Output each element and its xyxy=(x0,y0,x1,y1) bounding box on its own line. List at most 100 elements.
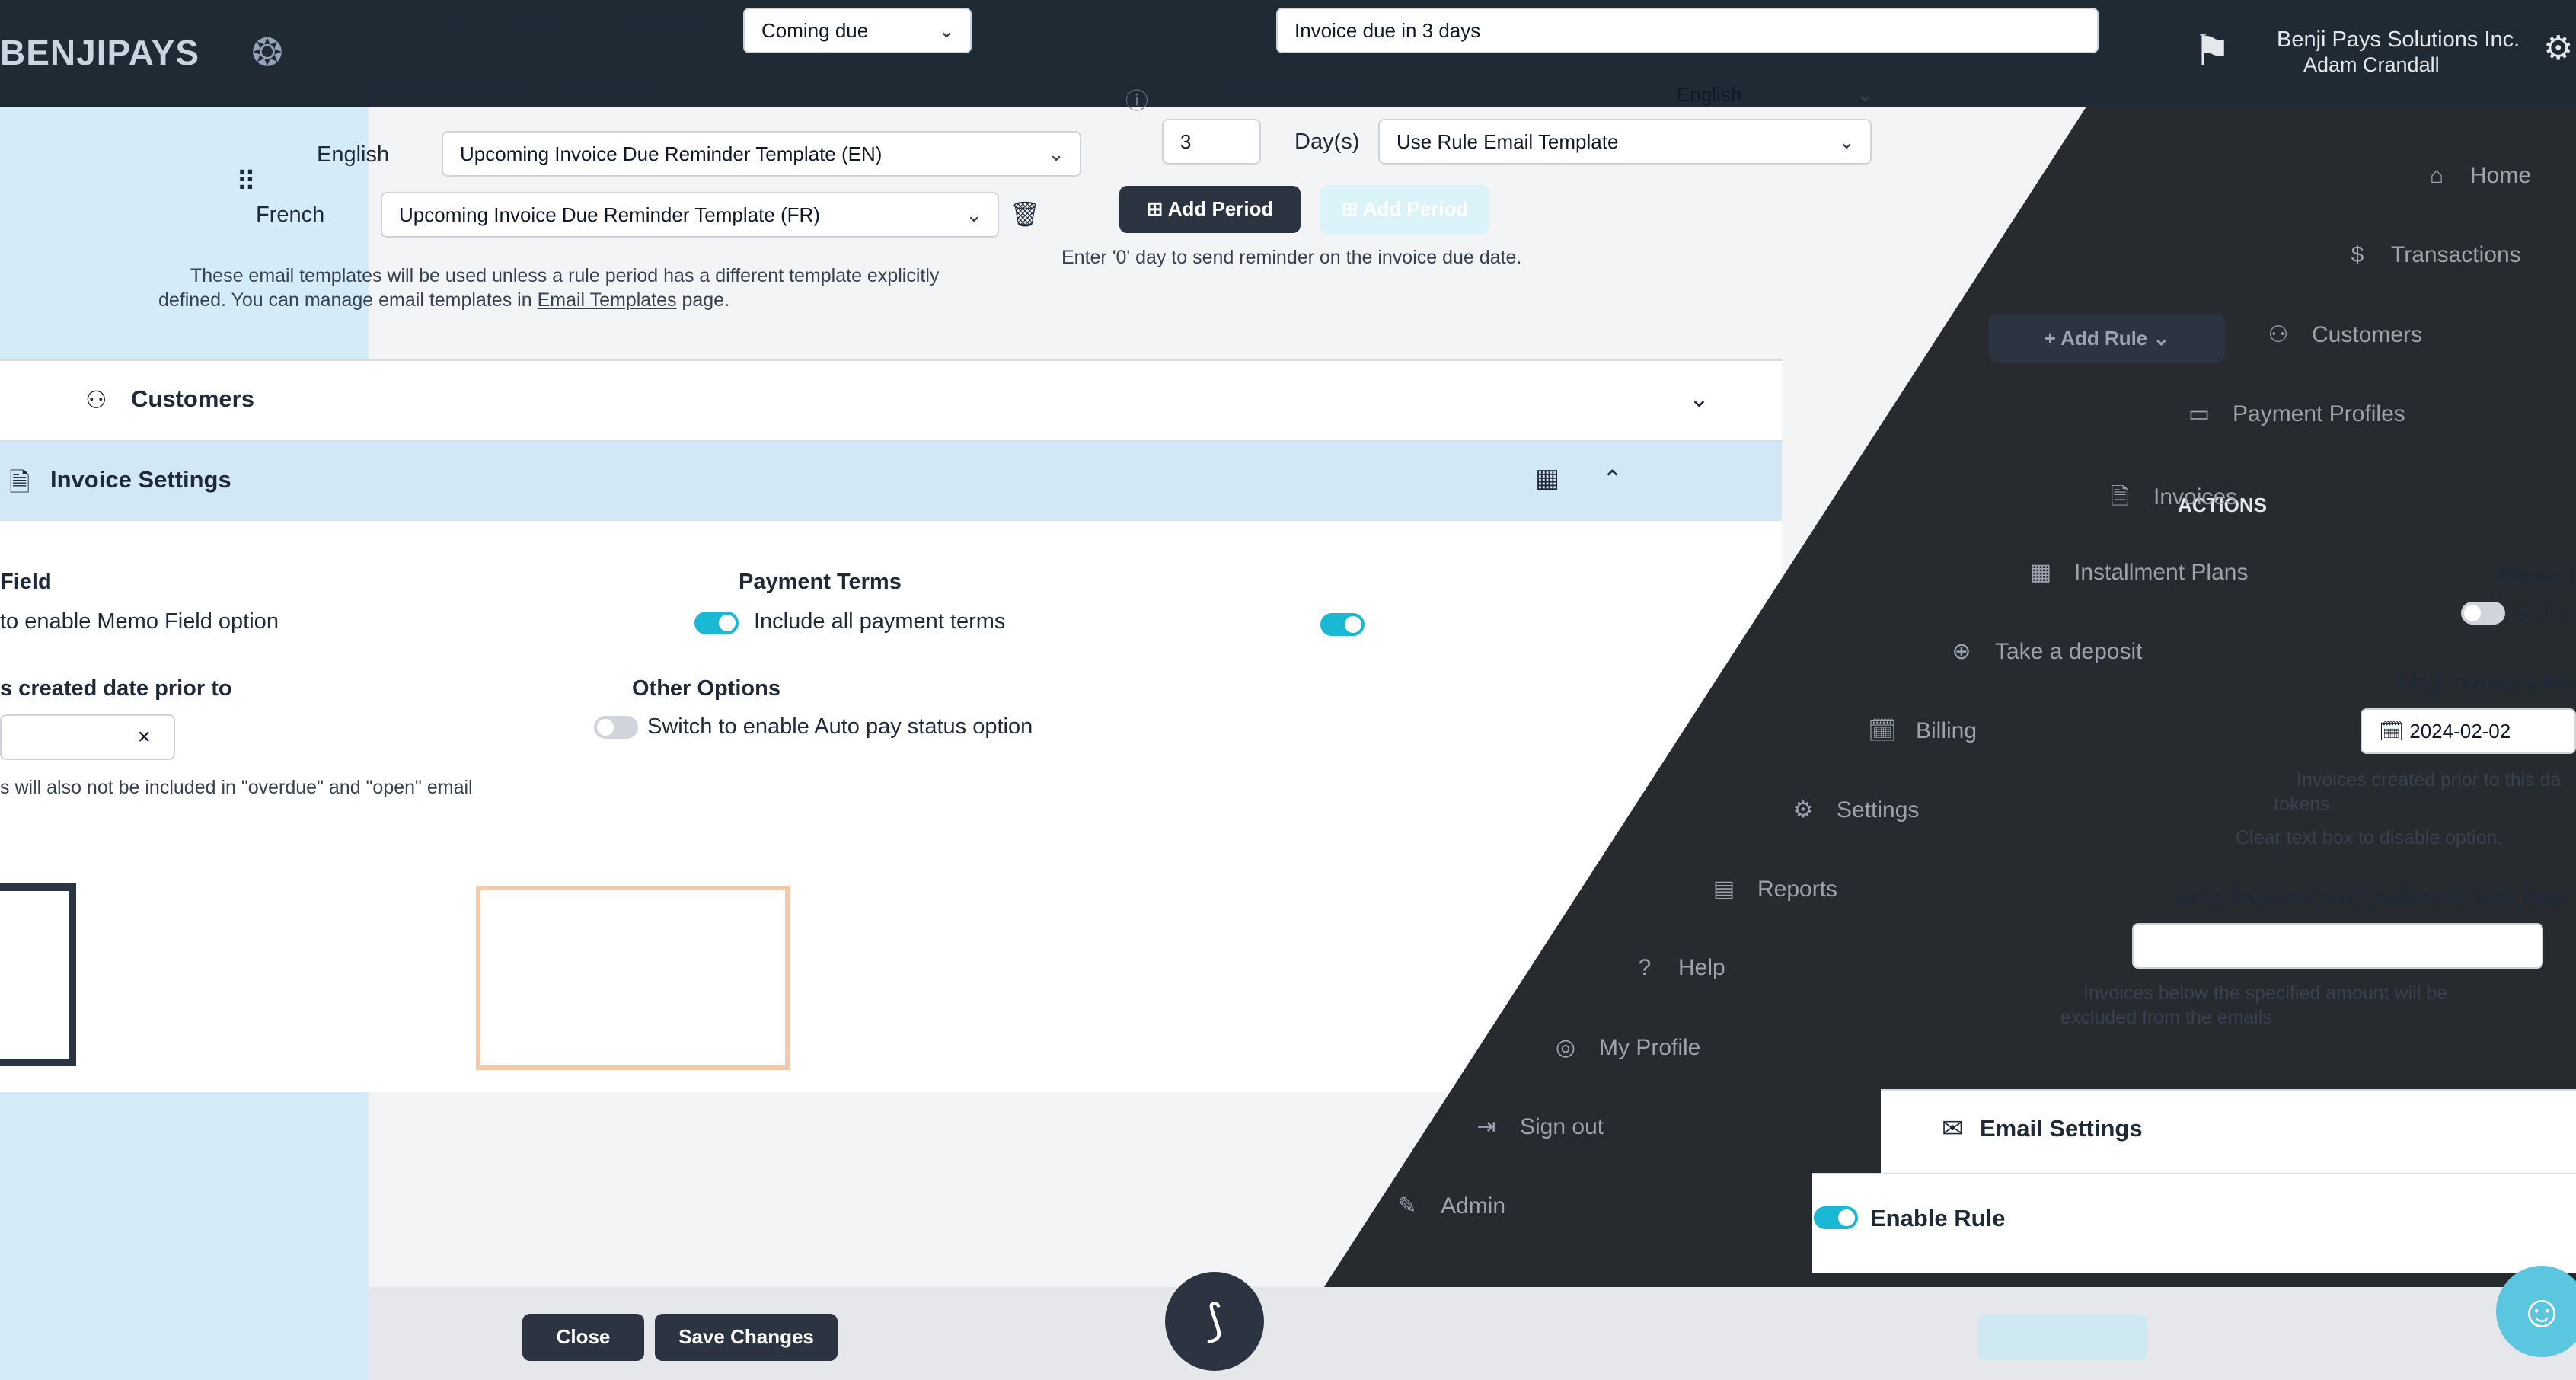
skip-created-date-input[interactable]: 🗓 2024-02-02 xyxy=(2361,708,2576,754)
menu-item-customers[interactable]: ⚇ Customers xyxy=(2263,321,2423,348)
menu-item-label: Admin xyxy=(1441,1193,1506,1219)
menu-item-label: Transactions xyxy=(2391,242,2521,267)
menu-item-billing[interactable]: 🗓 Billing xyxy=(1867,717,1977,744)
payment-terms-title: Payment Terms xyxy=(739,570,902,594)
templates-hint: These email templates will be used unles… xyxy=(158,265,940,311)
menu-item-label: Payment Profiles xyxy=(2233,401,2405,426)
add-period-button[interactable]: ⊞ Add Period xyxy=(1119,186,1301,233)
skip-balance-input[interactable] xyxy=(2132,923,2543,969)
user-name: Adam Crandall xyxy=(2303,53,2440,76)
chevron-down-icon: ⌄ xyxy=(966,203,982,226)
menu-item-installment-plans[interactable]: ▦ Installment Plans xyxy=(2025,559,2249,586)
menu-item-label: Home xyxy=(2470,163,2532,188)
created-date-input[interactable]: × xyxy=(0,714,175,760)
overdue-note: s will also not be included in "overdue"… xyxy=(0,777,473,798)
menu-item-transactions[interactable]: $ Transactions xyxy=(2342,242,2521,268)
menu-item-label: Reports xyxy=(1757,877,1838,902)
autopay-toggle[interactable] xyxy=(594,716,638,739)
menu-item-take-a-deposit[interactable]: ⊕ Take a deposit xyxy=(1946,638,2142,665)
customers-section[interactable]: ⚇ Customers ⌄ xyxy=(0,359,1782,440)
grid-icon: ▦ xyxy=(1535,464,1560,493)
french-label: French xyxy=(256,203,325,227)
menu-item-label: Installment Plans xyxy=(2074,560,2249,585)
enable-rule-toggle[interactable] xyxy=(1814,1206,1858,1229)
payment-terms-toggle[interactable] xyxy=(694,612,739,634)
english-template-select[interactable]: Upcoming Invoice Due Reminder Template (… xyxy=(442,131,1081,177)
admin-icon: ✎ xyxy=(1397,1193,1417,1219)
send-reminder-label: Send reminder when invoice is xyxy=(433,15,733,40)
menu-item-invoices[interactable]: 🗎 Invoices xyxy=(2105,480,2237,519)
rule-name-input[interactable]: Invoice due in 3 days xyxy=(1276,8,2099,53)
chevron-down-icon: ⌄ xyxy=(1689,385,1709,412)
save-changes-button[interactable]: Save Changes xyxy=(655,1314,838,1361)
payment-terms-switch-label: Include all payment terms xyxy=(754,609,1006,634)
period-template-select[interactable]: Use Rule Email Template ⌄ xyxy=(1378,119,1872,165)
invoice-settings-section[interactable]: 🗎 Invoice Settings ▦ ⌃ xyxy=(0,440,1782,521)
menu-item-label: Help xyxy=(1678,955,1725,980)
drag-handle-icon[interactable]: ⠿ xyxy=(236,166,256,198)
chevron-down-icon: ⌄ xyxy=(1856,83,1873,106)
menu-item-label: Billing xyxy=(1916,718,1977,743)
invoice-icon: 🗎 xyxy=(9,468,30,497)
company-flag-icon: ⚑ xyxy=(2193,27,2232,75)
reminder-when-select[interactable]: Coming due ⌄ xyxy=(743,8,972,53)
email-templates-link[interactable]: Email Templates xyxy=(538,289,677,311)
plus-square-icon: ⊞ xyxy=(1146,197,1168,220)
menu-item-label: Settings xyxy=(1837,797,1920,823)
skip-created-note: Invoices created prior to this da tokens xyxy=(2274,769,2562,815)
menu-item-my-profile[interactable]: ◎ My Profile xyxy=(1550,1034,1700,1061)
email-settings-section[interactable]: ✉ Email Settings xyxy=(1881,1089,2576,1174)
menu-item-admin[interactable]: ✎ Admin xyxy=(1392,1193,1505,1219)
invoice-icon: 🗎 xyxy=(2110,484,2130,510)
users-icon: ⚇ xyxy=(85,386,107,414)
calendar-icon: ▦ xyxy=(2029,560,2052,585)
close-button[interactable]: Close xyxy=(522,1314,644,1361)
english-label: English xyxy=(317,142,390,167)
settings-gear-icon[interactable]: ⚙ xyxy=(2543,29,2573,68)
menu-item-home[interactable]: ⌂ Home xyxy=(2421,163,2531,189)
add-rule-button[interactable]: + Add Rule ⌄ xyxy=(1989,314,2225,363)
clear-icon[interactable]: × xyxy=(137,716,151,759)
info-icon: ⓘ xyxy=(1125,89,1148,114)
menu-item-label: My Profile xyxy=(1599,1035,1701,1060)
enable-rule-section: Enable Rule xyxy=(1812,1173,2576,1273)
chevron-down-icon: ⌄ xyxy=(1048,142,1065,165)
french-template-select[interactable]: Upcoming Invoice Due Reminder Template (… xyxy=(381,192,999,238)
frame-fragment xyxy=(0,883,76,1066)
reports-icon: ▤ xyxy=(1713,877,1735,902)
memo-field-title-partial: Field xyxy=(0,570,52,594)
skip-balance-note: Invoices below the specified amount will… xyxy=(2060,982,2448,1028)
chat-widget-icon[interactable]: ⟆ xyxy=(1165,1272,1264,1371)
chevron-up-icon: ⌃ xyxy=(1602,465,1623,493)
period-unit-label: Day(s) xyxy=(1294,129,1360,154)
memo-right-title: Memo F xyxy=(2498,564,2576,588)
skip-balance-title: Skip invoices with balances less than xyxy=(2175,885,2569,909)
billing-icon: 🗓 xyxy=(1867,718,1898,743)
primary-disabled-button[interactable] xyxy=(1978,1315,2147,1360)
memo-right-toggle[interactable] xyxy=(2461,602,2505,625)
memo-field-switch-partial: to enable Memo Field option xyxy=(0,609,279,634)
menu-item-help[interactable]: ? Help xyxy=(1630,955,1725,981)
add-period-disabled-button[interactable]: ⊞ Add Period xyxy=(1320,185,1489,234)
memo-bg-toggle[interactable] xyxy=(1320,613,1365,636)
profile-icon: ◎ xyxy=(1555,1035,1576,1060)
language-select[interactable]: English ⌄ xyxy=(1660,73,1888,119)
other-options-title: Other Options xyxy=(632,676,780,701)
help-icon: ? xyxy=(1638,955,1652,980)
menu-item-payment-profiles[interactable]: ▭ Payment Profiles xyxy=(2184,401,2405,427)
menu-item-reports[interactable]: ▤ Reports xyxy=(1709,876,1837,902)
menu-item-label: Customers xyxy=(2312,322,2423,347)
period-days-input[interactable]: 3 xyxy=(1162,119,1261,165)
dollar-icon: $ xyxy=(2351,242,2364,267)
clear-hint: Clear text box to disable option. xyxy=(2236,827,2503,848)
skip-created-title-partial: s created date prior to xyxy=(0,676,232,701)
menu-item-label: Sign out xyxy=(1520,1114,1604,1139)
menu-item-settings[interactable]: ⚙ Settings xyxy=(1788,797,1920,823)
period-hint: Enter '0' day to send reminder on the in… xyxy=(1061,247,1522,268)
menu-item-label: Take a deposit xyxy=(1995,639,2143,664)
menu-item-sign-out[interactable]: ⇥ Sign out xyxy=(1471,1113,1604,1140)
home-icon: ⌂ xyxy=(2429,163,2444,188)
templates-title: Reminder Email Templates* xyxy=(370,79,659,104)
trash-icon[interactable]: 🗑 xyxy=(1010,200,1041,228)
gear-icon: ⚙ xyxy=(1792,797,1814,823)
